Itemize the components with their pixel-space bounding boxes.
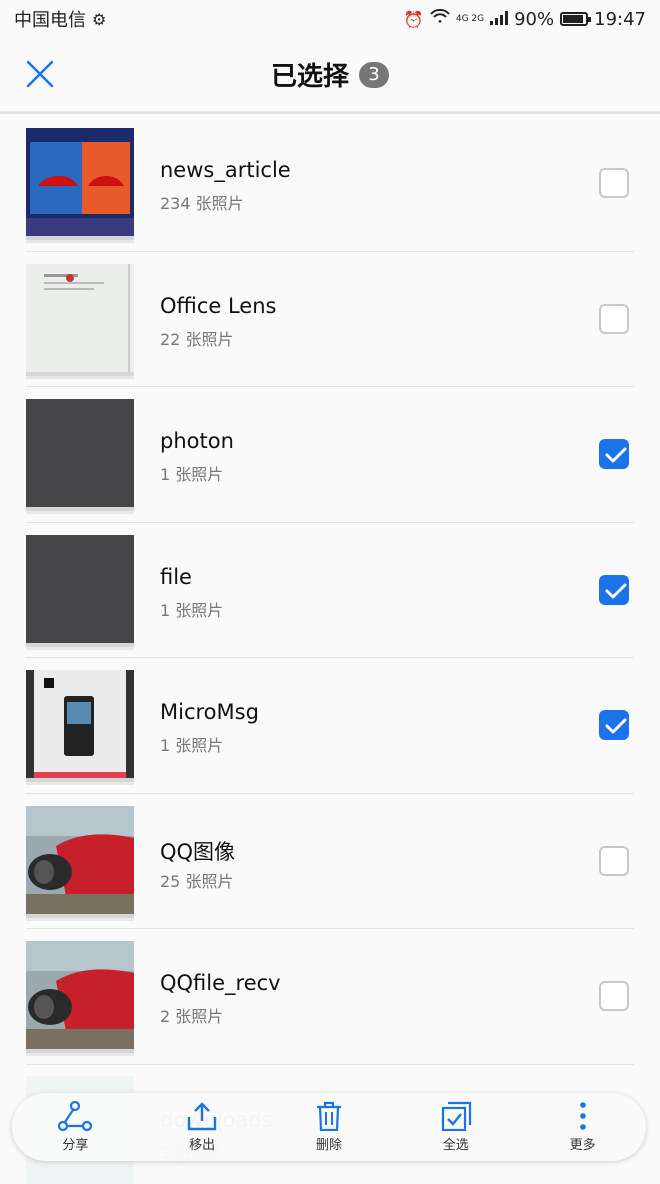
clock: 19:47 xyxy=(594,8,646,30)
album-checkbox[interactable] xyxy=(599,981,629,1011)
move-out-label: 移出 xyxy=(189,1138,216,1153)
album-row[interactable]: Office Lens 22 张照片 xyxy=(0,252,660,387)
delete-button[interactable]: 删除 xyxy=(279,1101,379,1153)
select-all-label: 全选 xyxy=(442,1138,469,1153)
move-out-icon xyxy=(187,1102,217,1131)
album-thumbnail xyxy=(26,399,134,507)
network-type-label: 4G 2G xyxy=(455,13,485,24)
album-row[interactable]: news_article 234 张照片 xyxy=(0,116,660,252)
select-all-icon xyxy=(441,1101,471,1131)
selected-count-badge: 3 xyxy=(359,61,389,88)
wifi-icon xyxy=(430,8,450,29)
album-thumbnail xyxy=(26,805,134,914)
album-row[interactable]: QQ图像 25 张照片 xyxy=(0,794,660,929)
album-photo-count: 25 张照片 xyxy=(160,871,234,891)
page-title: 已选择 xyxy=(270,62,349,92)
share-icon xyxy=(58,1101,93,1131)
move-out-button[interactable]: 移出 xyxy=(152,1101,252,1153)
album-photo-count: 1 张照片 xyxy=(160,600,224,620)
share-button[interactable]: 分享 xyxy=(25,1101,125,1153)
album-row[interactable]: MicroMsg 1 张照片 xyxy=(0,658,660,794)
carrier-settings-icon: ⚙ xyxy=(92,9,107,29)
album-checkbox[interactable] xyxy=(599,303,629,334)
album-name: QQ图像 xyxy=(160,839,236,864)
album-name: photon xyxy=(160,429,234,453)
album-checkbox[interactable] xyxy=(599,168,629,198)
album-photo-count: 1 张照片 xyxy=(160,465,224,484)
bottom-toolbar: 分享 移出 删除 全选 更多 xyxy=(12,1093,646,1161)
album-checkbox[interactable] xyxy=(599,845,629,876)
album-checkbox[interactable] xyxy=(599,574,629,605)
album-row[interactable]: QQfile_recv 2 张照片 xyxy=(0,929,660,1065)
checkmark-icon xyxy=(605,718,627,734)
album-thumbnail xyxy=(26,670,134,778)
more-icon xyxy=(579,1102,586,1130)
signal-icon xyxy=(490,9,509,30)
album-name: MicroMsg xyxy=(160,700,259,724)
more-label: 更多 xyxy=(569,1138,596,1153)
album-checkbox[interactable] xyxy=(599,439,629,469)
status-bar: 中国电信 ⚙ ⏰ 4G 2G 90% 19:47 xyxy=(0,0,660,38)
checkmark-icon xyxy=(605,583,627,598)
album-name: news_article xyxy=(160,158,291,182)
battery-percent: 90% xyxy=(514,8,555,30)
album-row[interactable]: photon 1 张照片 xyxy=(0,387,660,523)
close-button[interactable] xyxy=(22,56,58,92)
album-list: news_article 234 张照片 Office Lens 22 张照片 phot… xyxy=(0,116,660,1065)
close-icon xyxy=(26,60,54,88)
album-photo-count: 22 张照片 xyxy=(160,329,234,349)
album-photo-count: 234 张照片 xyxy=(160,194,244,213)
trash-icon xyxy=(316,1101,341,1131)
alarm-icon: ⏰ xyxy=(403,9,424,29)
album-thumbnail xyxy=(26,128,134,236)
album-photo-count: 1 张照片 xyxy=(160,736,224,755)
album-row[interactable]: file 1 张照片 xyxy=(0,523,660,658)
selection-header: 已选择 3 xyxy=(0,38,660,114)
album-thumbnail xyxy=(26,263,134,372)
album-name: file xyxy=(160,564,192,589)
battery-fill xyxy=(563,15,584,23)
more-button[interactable]: 更多 xyxy=(533,1101,633,1153)
album-thumbnail xyxy=(26,534,134,643)
album-checkbox[interactable] xyxy=(599,710,629,740)
carrier-label: 中国电信 xyxy=(14,10,86,31)
delete-label: 删除 xyxy=(315,1138,342,1153)
album-thumbnail xyxy=(26,941,134,1049)
checkmark-icon xyxy=(605,447,627,463)
album-photo-count: 2 张照片 xyxy=(160,1007,224,1026)
select-all-button[interactable]: 全选 xyxy=(406,1101,506,1153)
share-label: 分享 xyxy=(62,1138,89,1153)
album-name: QQfile_recv xyxy=(160,971,281,995)
battery-icon xyxy=(560,12,592,26)
album-name: Office Lens xyxy=(160,293,277,318)
